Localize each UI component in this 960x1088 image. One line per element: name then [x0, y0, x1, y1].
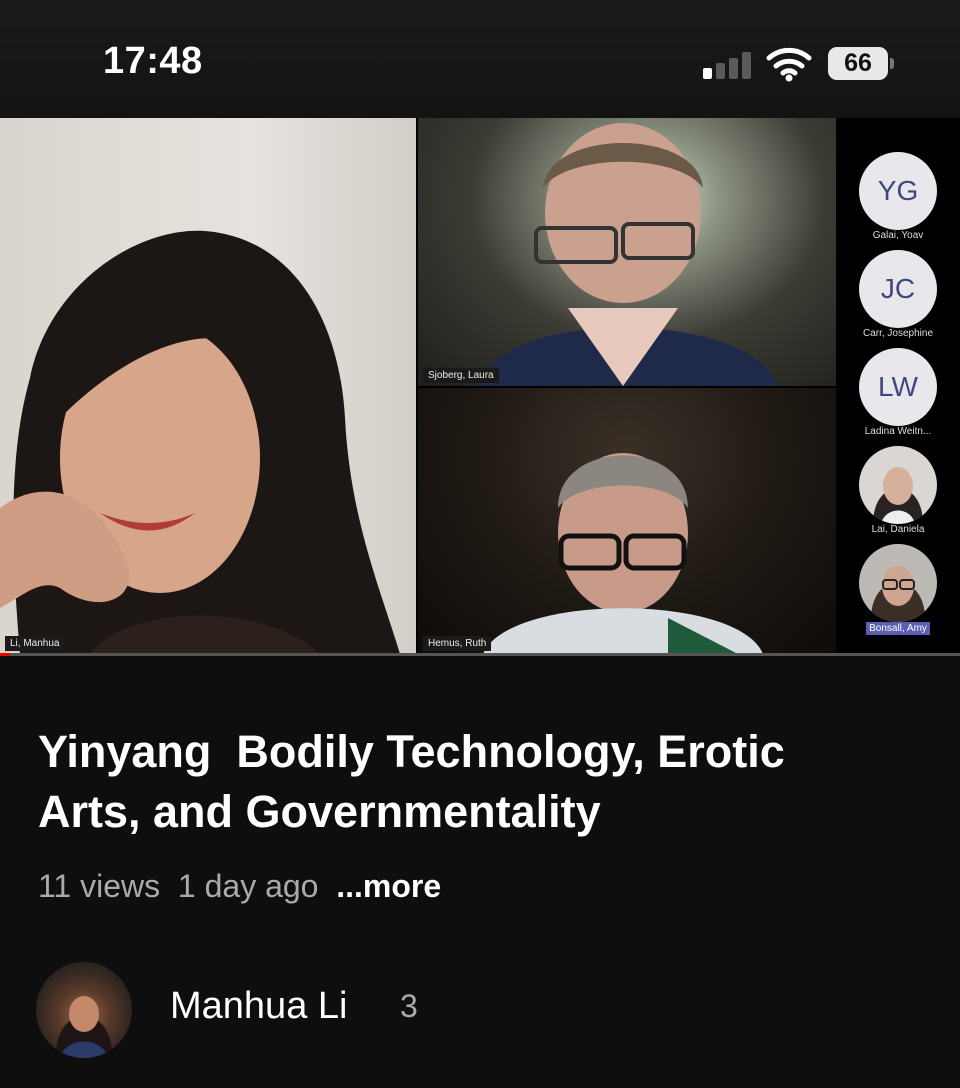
battery-tip: [890, 58, 894, 69]
status-time: 17:48: [103, 40, 203, 82]
participant-item: YG Galai, Yoav: [858, 152, 938, 241]
subscriber-count: 3: [400, 988, 418, 1024]
participant-item: LW Ladina Weitn...: [858, 348, 938, 437]
tile-name-tag: Hemus, Ruth: [423, 636, 492, 651]
participant-name: Galai, Yoav: [872, 230, 924, 241]
tile-name-tag: Li, Manhua: [5, 636, 65, 651]
participant-item: Lai, Daniela: [858, 446, 938, 535]
more-link[interactable]: ...more: [336, 868, 441, 904]
participant-video-image: [483, 453, 763, 654]
participant-name: Carr, Josephine: [862, 328, 934, 339]
video-title[interactable]: Yinyang Bodily Technology, Erotic Arts, …: [38, 722, 938, 842]
participant-photo-avatar: [859, 446, 937, 524]
participant-name: Lai, Daniela: [871, 524, 925, 535]
video-progress-bar[interactable]: [0, 653, 960, 656]
upload-age: 1 day ago: [177, 868, 319, 904]
video-meta[interactable]: 11 views 1 day ago ...more: [38, 868, 441, 905]
video-tile-main: Li, Manhua: [0, 118, 416, 654]
participant-avatar: LW: [859, 348, 937, 426]
video-tile-top-right: Sjoberg, Laura: [418, 118, 836, 386]
participant-avatar: YG: [859, 152, 937, 230]
channel-avatar[interactable]: [36, 962, 132, 1058]
video-player[interactable]: Li, Manhua Sjoberg, Laura Hemus, Ruth YG…: [0, 118, 960, 656]
participant-name-active-speaker: Bonsall, Amy: [866, 622, 930, 635]
view-count: 11 views: [38, 868, 161, 904]
battery-icon: 66: [828, 47, 888, 80]
participant-video-image: [478, 123, 778, 386]
tile-name-tag: Sjoberg, Laura: [423, 368, 499, 383]
cellular-signal-icon: [703, 51, 751, 79]
participant-video-image: [0, 230, 400, 654]
wifi-icon: [766, 47, 812, 82]
video-progress-fill: [0, 653, 10, 656]
channel-name[interactable]: Manhua Li: [170, 985, 347, 1028]
participant-item: JC Carr, Josephine: [858, 250, 938, 339]
participant-avatar: JC: [859, 250, 937, 328]
participant-name: Ladina Weitn...: [864, 426, 932, 437]
video-tile-bottom-right: Hemus, Ruth: [418, 388, 836, 654]
participant-photo-avatar: [859, 544, 937, 622]
status-bar: 17:48 66: [0, 0, 960, 118]
participant-item: Bonsall, Amy: [858, 544, 938, 640]
